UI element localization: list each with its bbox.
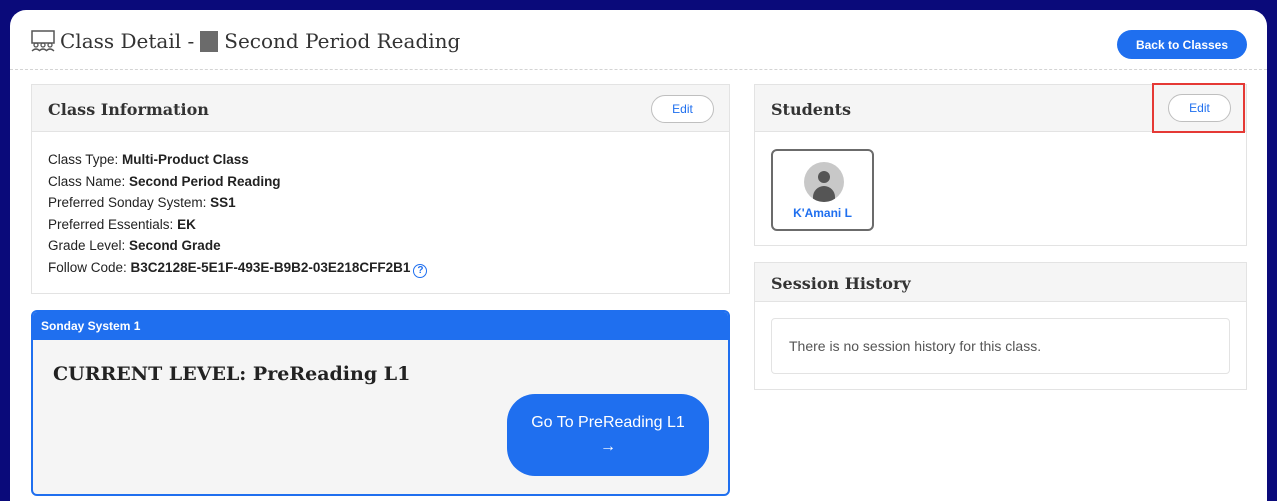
avatar — [804, 162, 844, 202]
students-title: Students — [771, 100, 851, 119]
main-panel: Class Detail - Second Period Reading Bac… — [10, 10, 1267, 501]
session-history-title: Session History — [771, 274, 911, 293]
highlight-box — [1152, 83, 1245, 133]
info-row-grade-level: Grade Level: Second Grade — [48, 238, 221, 254]
title-prefix: Class Detail - — [60, 29, 195, 53]
page-header: Class Detail - Second Period Reading Bac… — [10, 10, 1267, 70]
session-history-header: Session History — [755, 263, 1246, 302]
info-row-follow-code: Follow Code: B3C2128E-5E1F-493E-B9B2-03E… — [48, 257, 713, 279]
info-row-class-type: Class Type: Multi-Product Class — [48, 152, 249, 167]
student-card[interactable]: K'Amani L — [771, 149, 874, 231]
title-class-name: Second Period Reading — [224, 29, 461, 53]
sonday-system-header: Sonday System 1 — [33, 312, 728, 340]
class-information-title: Class Information — [48, 100, 209, 119]
info-row-essentials: Preferred Essentials: EK — [48, 216, 196, 232]
avatar-body — [813, 186, 835, 202]
class-information-body: Class Type: Multi-Product Class Class Na… — [32, 132, 729, 296]
page-title: Class Detail - Second Period Reading — [30, 29, 460, 53]
class-information-header: Class Information Edit — [32, 85, 729, 132]
book-icon — [200, 30, 219, 52]
go-to-level-label: Go To PreReading L1 — [531, 414, 685, 431]
back-to-classes-button[interactable]: Back to Classes — [1117, 30, 1247, 59]
sonday-system-card: Sonday System 1 CURRENT LEVEL: PreReadin… — [31, 310, 730, 496]
help-icon[interactable]: ? — [413, 263, 428, 278]
avatar-head — [818, 171, 830, 183]
go-to-level-button[interactable]: Go To PreReading L1 → — [507, 394, 709, 476]
arrow-right-icon: → — [600, 438, 616, 455]
info-row-class-name: Class Name: Second Period Reading — [48, 173, 281, 189]
student-name: K'Amani L — [793, 206, 852, 220]
info-row-sonday-system: Preferred Sonday System: SS1 — [48, 195, 236, 211]
class-information-card: Class Information Edit Class Type: Multi… — [31, 84, 730, 294]
class-info-edit-button[interactable]: Edit — [651, 95, 714, 123]
session-history-card: Session History There is no session hist… — [754, 262, 1247, 390]
classroom-icon — [31, 30, 55, 52]
current-level: CURRENT LEVEL: PreReading L1 — [53, 363, 411, 385]
session-history-empty: There is no session history for this cla… — [771, 318, 1230, 374]
